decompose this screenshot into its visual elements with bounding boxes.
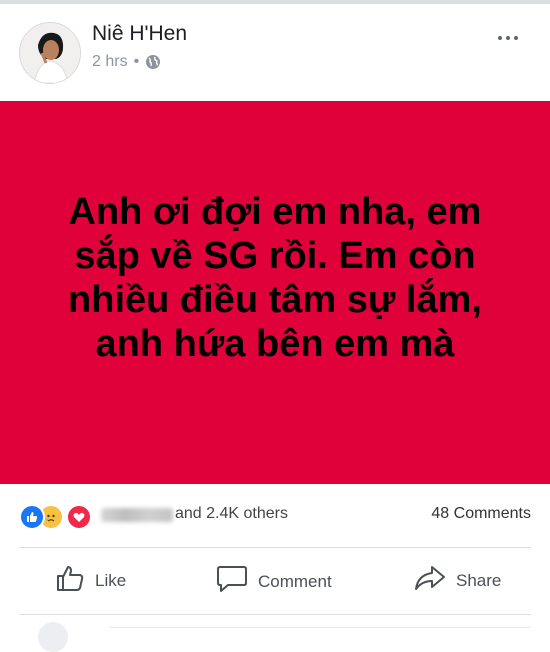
comments-count[interactable]: 48 Comments — [431, 505, 531, 523]
love-reaction-icon — [66, 504, 92, 530]
comment-bubble-icon — [216, 564, 248, 599]
next-avatar-peek — [38, 622, 68, 652]
like-button[interactable]: Like — [55, 564, 126, 597]
reactions-bar[interactable]: and 2.4K others 48 Comments — [0, 495, 550, 535]
like-label: Like — [95, 570, 127, 590]
banner-line: sắp về SG rồi. Em còn — [74, 235, 476, 277]
banner-line: Anh ơi đợi em nha, em — [68, 191, 482, 233]
share-label: Share — [456, 570, 502, 590]
comment-input-peek — [110, 627, 530, 628]
post-time[interactable]: 2 hrs — [92, 53, 128, 71]
like-reaction-icon — [19, 504, 45, 530]
bottom-divider — [19, 614, 531, 615]
banner-line: nhiều điều tâm sự lắm, — [68, 279, 482, 321]
post-banner-text: Anh ơi đợi em nha, em sắp về SG rồi. Em … — [0, 190, 550, 366]
blurred-name — [101, 508, 173, 522]
post-meta: 2 hrs • — [92, 53, 161, 71]
more-options-icon[interactable] — [498, 33, 522, 43]
comment-button[interactable]: Comment — [216, 564, 332, 599]
comment-label: Comment — [258, 571, 332, 591]
post-header: Niê H'Hen 2 hrs • — [0, 4, 550, 101]
thumbs-up-icon — [55, 564, 85, 597]
reaction-others-text[interactable]: and 2.4K others — [175, 505, 288, 523]
author-name[interactable]: Niê H'Hen — [92, 22, 187, 46]
avatar[interactable] — [19, 22, 81, 84]
action-bar: Like Comment Share — [0, 548, 550, 614]
share-button[interactable]: Share — [414, 564, 501, 597]
globe-icon[interactable] — [145, 54, 161, 70]
share-arrow-icon — [414, 564, 446, 597]
banner-line: anh hứa bên em mà — [95, 323, 455, 365]
meta-separator: • — [133, 53, 140, 70]
